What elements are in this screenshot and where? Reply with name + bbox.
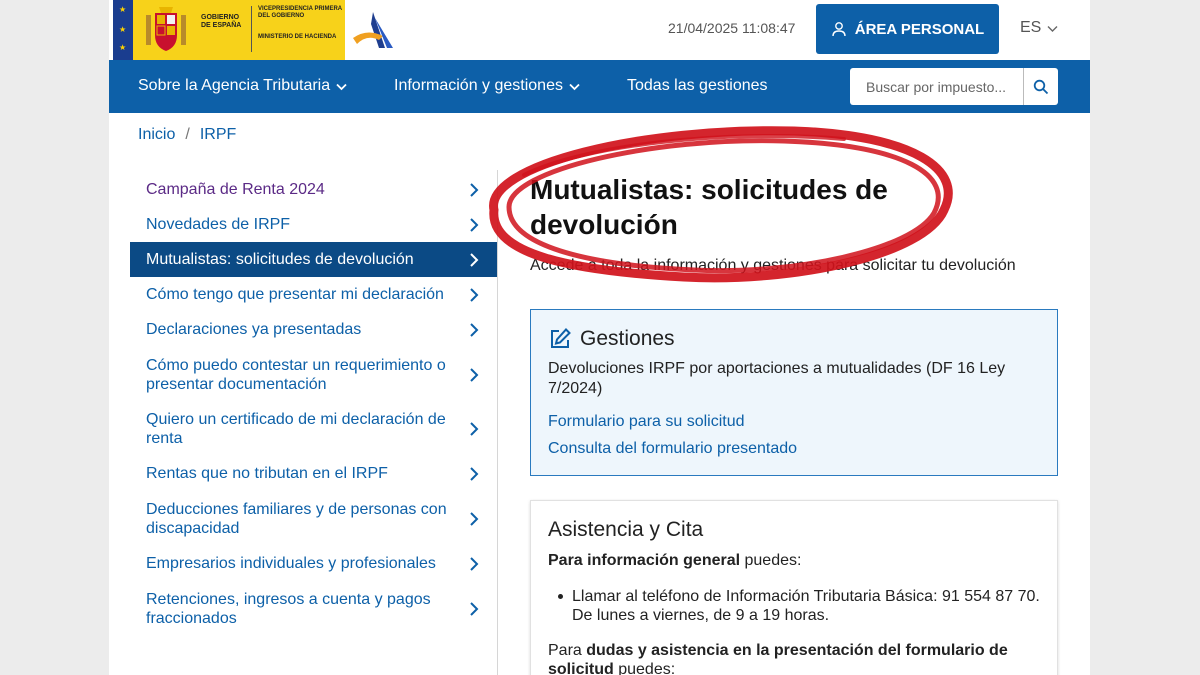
formulario-solicitud-link[interactable]: Formulario para su solicitud — [548, 413, 745, 431]
sidebar-item-como-presentar[interactable]: Cómo tengo que presentar mi declaración — [130, 277, 497, 312]
sidebar-item-mutualistas[interactable]: Mutualistas: solicitudes de devolución — [130, 242, 497, 277]
sidebar-item-empresarios[interactable]: Empresarios individuales y profesionales — [130, 546, 497, 581]
asistencia-dudas-start: Para — [548, 642, 587, 659]
area-personal-button[interactable]: ÁREA PERSONAL — [816, 4, 999, 54]
agencia-tributaria-logo-icon[interactable] — [349, 8, 399, 52]
sidebar-item-declaraciones-presentadas[interactable]: Declaraciones ya presentadas — [130, 312, 497, 347]
top-header: ★ ★ ★ GOBIERNO DE ESPAÑA VICEPRESIDENCIA P… — [109, 0, 1090, 60]
breadcrumb: Inicio / IRPF — [138, 126, 236, 144]
asistencia-general-rest: puedes: — [740, 552, 802, 569]
gestiones-heading-label: Gestiones — [580, 327, 675, 350]
list-bullet — [558, 594, 563, 599]
sidebar-item-campana-renta[interactable]: Campaña de Renta 2024 — [130, 172, 497, 207]
sidebar-item-certificado[interactable]: Quiero un certificado de mi declaración … — [130, 402, 497, 456]
asistencia-panel: Asistencia y Cita Para información gener… — [530, 500, 1058, 675]
chevron-right-icon — [470, 367, 479, 382]
language-label: ES — [1020, 19, 1042, 36]
sidebar-divider — [497, 170, 498, 675]
gobierno-logo[interactable]: ★ ★ ★ GOBIERNO DE ESPAÑA VICEPRESIDENCIA P… — [113, 0, 345, 60]
user-icon — [832, 22, 846, 37]
sidebar-item-label: Empresarios individuales y profesionales — [146, 555, 436, 572]
sidebar-item-requerimiento[interactable]: Cómo puedo contestar un requerimiento o … — [130, 347, 497, 402]
nav-sobre-agencia[interactable]: Sobre la Agencia Tributaria — [138, 77, 347, 95]
sidebar-item-label: Declaraciones ya presentadas — [146, 321, 362, 338]
chevron-right-icon — [470, 601, 479, 616]
chevron-down-icon — [1047, 25, 1058, 32]
gestiones-description: Devoluciones IRPF por aportaciones a mut… — [548, 360, 1006, 397]
page: ★ ★ ★ GOBIERNO DE ESPAÑA VICEPRESIDENCIA P… — [109, 0, 1090, 675]
chevron-right-icon — [470, 252, 479, 267]
search-icon — [1033, 79, 1049, 94]
gestiones-heading: Gestiones — [548, 327, 675, 351]
vicepresidencia-text: VICEPRESIDENCIA PRIMERA DEL GOBIERNO — [258, 6, 342, 19]
chevron-right-icon — [470, 556, 479, 571]
sidebar-item-retenciones[interactable]: Retenciones, ingresos a cuenta y pagos f… — [130, 581, 497, 636]
chevron-right-icon — [470, 466, 479, 481]
asistencia-dudas-rest: puedes: — [613, 661, 676, 675]
logo-divider — [251, 6, 252, 52]
sidebar-item-label: Cómo tengo que presentar mi declaración — [146, 286, 444, 303]
breadcrumb-separator: / — [185, 126, 190, 143]
chevron-right-icon — [470, 217, 479, 232]
asistencia-general-bold: Para información general — [548, 552, 741, 569]
breadcrumb-inicio[interactable]: Inicio — [138, 126, 175, 144]
chevron-right-icon — [470, 322, 479, 337]
chevron-down-icon — [336, 83, 347, 90]
nav-informacion-gestiones[interactable]: Información y gestiones — [394, 77, 580, 95]
main-nav: Sobre la Agencia Tributaria Información … — [109, 60, 1090, 113]
sidebar-item-label: Rentas que no tributan en el IRPF — [146, 465, 388, 482]
chevron-right-icon — [470, 182, 479, 197]
sidebar-item-label: Campaña de Renta 2024 — [146, 181, 325, 198]
language-selector[interactable]: ES — [1020, 19, 1058, 37]
sidebar-item-label: Retenciones, ingresos a cuenta y pagos f… — [146, 590, 431, 627]
nav-todas-gestiones[interactable]: Todas las gestiones — [627, 77, 768, 95]
page-title: Mutualistas: solicitudes de devolución — [530, 174, 888, 240]
consulta-formulario-link[interactable]: Consulta del formulario presentado — [548, 440, 797, 458]
sidebar-item-label: Novedades de IRPF — [146, 216, 291, 233]
sidebar-item-deducciones[interactable]: Deducciones familiares y de personas con… — [130, 491, 497, 546]
sidebar-item-rentas-no-tributan[interactable]: Rentas que no tributan en el IRPF — [130, 456, 497, 491]
sidebar-item-label: Quiero un certificado de mi declaración … — [146, 411, 446, 447]
gestiones-panel: Gestiones Devoluciones IRPF por aportaci… — [530, 309, 1058, 476]
breadcrumb-irpf[interactable]: IRPF — [200, 126, 236, 144]
sidebar-item-novedades[interactable]: Novedades de IRPF — [130, 207, 497, 242]
search-box — [850, 68, 1058, 105]
asistencia-heading: Asistencia y Cita — [548, 518, 704, 541]
chevron-down-icon — [569, 83, 580, 90]
search-input[interactable] — [850, 68, 1022, 105]
chevron-right-icon — [470, 511, 479, 526]
asistencia-general-text: Para información general puedes: — [548, 551, 1038, 570]
chevron-right-icon — [470, 287, 479, 302]
page-subtitle: Accede a toda la información y gestiones… — [530, 257, 1016, 274]
coat-of-arms-icon — [146, 7, 186, 51]
eu-flag-strip: ★ ★ ★ — [113, 0, 133, 60]
nav-label: Sobre la Agencia Tributaria — [138, 77, 331, 94]
sidebar-menu: Campaña de Renta 2024 Novedades de IRPF … — [130, 172, 497, 636]
search-button[interactable] — [1023, 68, 1058, 105]
datetime: 21/04/2025 11:08:47 — [668, 20, 796, 36]
edit-icon — [551, 328, 571, 348]
gobierno-text: GOBIERNO DE ESPAÑA — [201, 14, 242, 29]
nav-label: Todas las gestiones — [627, 77, 768, 94]
chevron-right-icon — [470, 422, 479, 436]
asistencia-dudas-text: Para dudas y asistencia en la presentaci… — [548, 641, 1038, 675]
sidebar-item-label: Deducciones familiares y de personas con… — [146, 500, 447, 537]
sidebar-item-label: Mutualistas: solicitudes de devolución — [146, 251, 414, 268]
nav-label: Información y gestiones — [394, 77, 563, 94]
ministerio-text: MINISTERIO DE HACIENDA — [258, 34, 337, 40]
telefono-list-item: Llamar al teléfono de Información Tribut… — [572, 588, 1040, 624]
area-personal-label: ÁREA PERSONAL — [854, 20, 985, 38]
sidebar-item-label: Cómo puedo contestar un requerimiento o … — [146, 356, 446, 393]
